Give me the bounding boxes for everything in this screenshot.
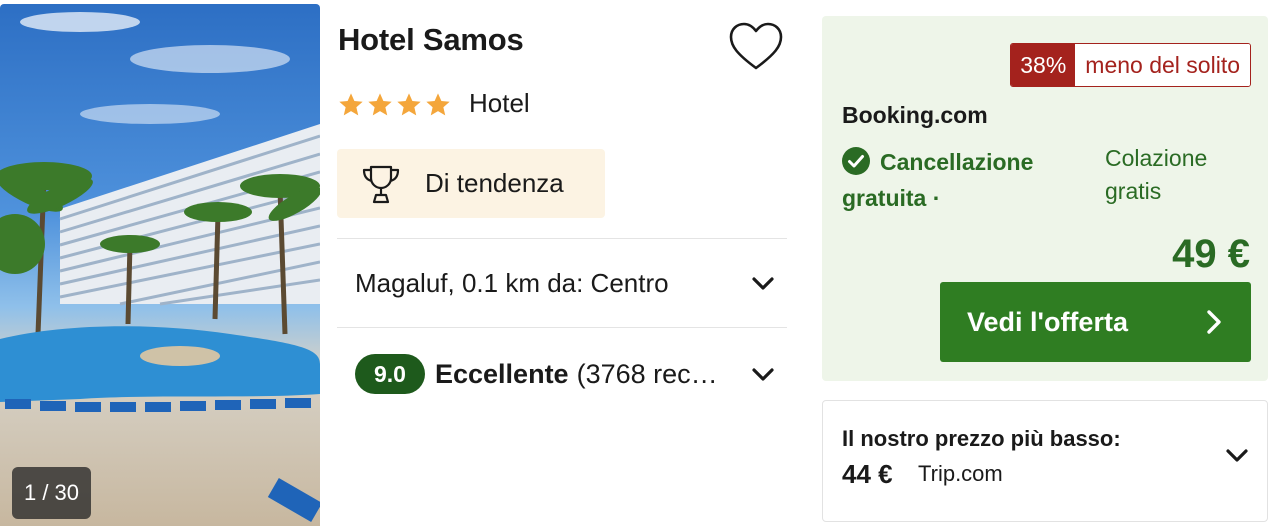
rating-word: Eccellente bbox=[435, 358, 569, 389]
lowest-price-provider: Trip.com bbox=[918, 461, 1003, 486]
lowest-price-value: 44 € bbox=[842, 459, 893, 489]
favorite-button[interactable] bbox=[727, 20, 785, 74]
photo-counter: 1 / 30 bbox=[12, 467, 91, 519]
hotel-name[interactable]: Hotel Samos bbox=[338, 22, 524, 58]
star-rating bbox=[337, 91, 452, 119]
view-deal-label: Vedi l'offerta bbox=[967, 306, 1128, 337]
free-cancellation: Cancellazione gratuita · bbox=[842, 144, 1082, 216]
chevron-down-icon bbox=[752, 277, 774, 290]
hotel-type: Hotel bbox=[469, 88, 530, 118]
score-badge: 9.0 bbox=[355, 354, 425, 394]
heart-icon bbox=[729, 22, 783, 70]
rating-row[interactable]: 9.0 Eccellente (3768 recensioni) bbox=[337, 328, 787, 420]
free-cancellation-label: Cancellazione gratuita · bbox=[842, 149, 1034, 211]
chevron-down-icon bbox=[1226, 449, 1248, 462]
lowest-price-card[interactable]: Il nostro prezzo più basso: 44 € Trip.co… bbox=[822, 400, 1268, 522]
location-row[interactable]: Magaluf, 0.1 km da: Centro bbox=[337, 239, 787, 327]
deal-card: 38% meno del solito Booking.com Cancella… bbox=[822, 16, 1268, 381]
breakfast-info: Colazione gratis bbox=[1105, 145, 1208, 204]
hotel-photo-image bbox=[0, 12, 320, 523]
check-circle-icon bbox=[842, 147, 870, 175]
hotel-photo[interactable]: 1 / 30 bbox=[0, 4, 320, 526]
star-icon bbox=[339, 93, 363, 116]
star-icon bbox=[426, 93, 450, 116]
chevron-down-icon bbox=[752, 368, 774, 381]
trending-badge: Di tendenza bbox=[337, 149, 605, 218]
lowest-price-label: Il nostro prezzo più basso: bbox=[842, 426, 1121, 451]
provider-name: Booking.com bbox=[842, 102, 988, 128]
discount-text: meno del solito bbox=[1075, 44, 1250, 86]
trophy-icon bbox=[362, 165, 400, 203]
star-icon bbox=[397, 93, 421, 116]
location-text: Magaluf, 0.1 km da: Centro bbox=[355, 267, 669, 298]
trending-label: Di tendenza bbox=[425, 168, 564, 198]
discount-percent: 38% bbox=[1011, 44, 1076, 86]
star-icon bbox=[368, 93, 392, 116]
chevron-right-icon bbox=[1207, 310, 1221, 334]
review-count: (3768 recensioni) bbox=[576, 358, 727, 389]
view-deal-button[interactable]: Vedi l'offerta bbox=[940, 282, 1251, 362]
discount-badge: 38% meno del solito bbox=[1010, 43, 1251, 87]
deal-price: 49 € bbox=[1172, 232, 1250, 276]
